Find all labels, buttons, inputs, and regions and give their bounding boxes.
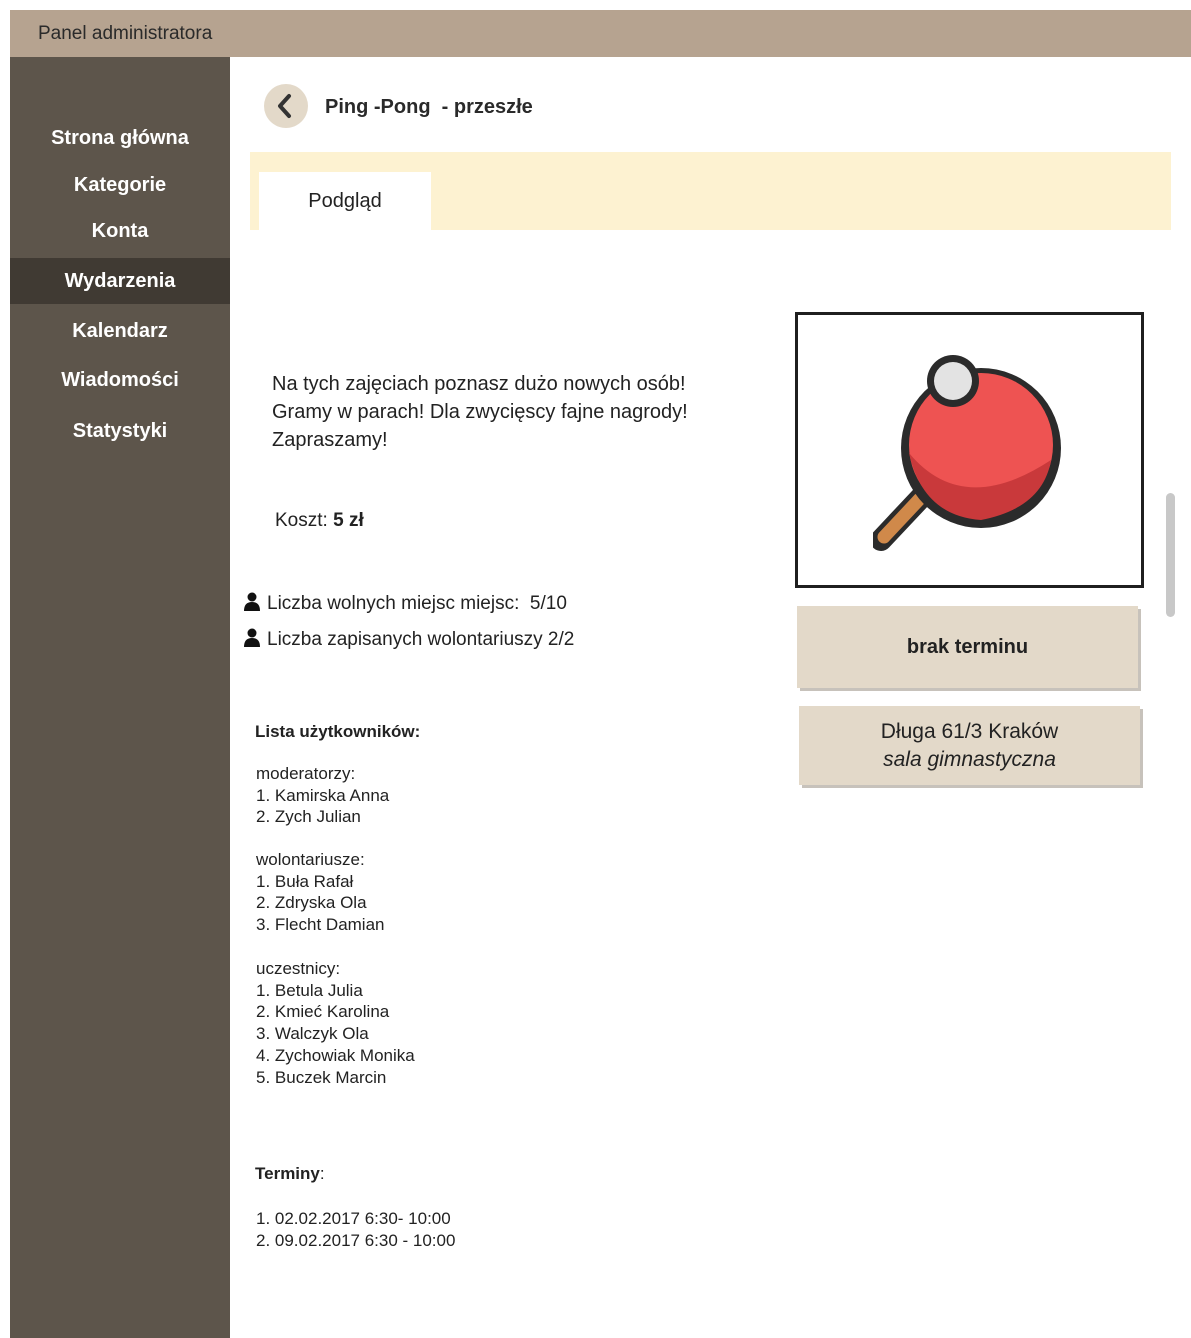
list-item: 3. Flecht Damian	[256, 915, 385, 935]
volunteers-text: Liczba zapisanych wolontariuszy 2/2	[267, 629, 575, 650]
tab-preview[interactable]: Podgląd	[259, 172, 431, 230]
cost-value: 5 zł	[333, 510, 364, 531]
location-address: Długa 61/3 Kraków	[880, 720, 1059, 743]
free-places-stat: Liczba wolnych miejsc miejsc: 5/10	[243, 592, 567, 615]
event-cost: Koszt: 5 zł	[275, 510, 364, 532]
sidebar-item-calendar[interactable]: Kalendarz	[10, 320, 230, 343]
top-bar: Panel administratora	[10, 10, 1191, 57]
sidebar-item-categories[interactable]: Kategorie	[10, 174, 230, 197]
sidebar-item-events[interactable]: Wydarzenia	[10, 258, 230, 304]
free-places-text: Liczba wolnych miejsc miejsc: 5/10	[267, 593, 567, 614]
list-item: 1. Kamirska Anna	[256, 785, 390, 805]
sidebar-item-accounts[interactable]: Konta	[10, 220, 230, 243]
list-item: 2. Kmieć Karolina	[256, 1002, 390, 1022]
scrollbar-thumb[interactable]	[1166, 493, 1175, 617]
terms-heading-label: Terminy	[255, 1164, 320, 1183]
list-item: 2. 09.02.2017 6:30 - 10:00	[256, 1230, 456, 1250]
app-title: Panel administratora	[38, 23, 213, 44]
list-item: 3. Walczyk Ola	[256, 1024, 369, 1044]
no-term-button[interactable]: brak terminu	[797, 606, 1138, 688]
back-button[interactable]	[264, 84, 308, 128]
group-title: wolontariusze:	[256, 850, 365, 869]
location-room: sala gimnastyczna	[883, 748, 1056, 771]
list-item: 2. Zdryska Ola	[256, 893, 367, 913]
event-image	[795, 312, 1144, 588]
terms-list: 1. 02.02.2017 6:30- 10:00 2. 09.02.2017 …	[256, 1208, 455, 1251]
list-item: 1. Betula Julia	[256, 980, 363, 1000]
group-title: uczestnicy:	[256, 959, 341, 978]
group-title: moderatorzy:	[256, 764, 356, 783]
sidebar: Strona główna Kategorie Konta Wydarzenia…	[10, 57, 230, 1338]
cost-label: Koszt:	[275, 510, 328, 531]
location-card[interactable]: Długa 61/3 Kraków sala gimnastyczna	[799, 706, 1140, 785]
sidebar-item-messages[interactable]: Wiadomości	[10, 369, 230, 392]
volunteers-group: wolontariusze: 1. Buła Rafał 2. Zdryska …	[256, 849, 385, 936]
list-item: 1. 02.02.2017 6:30- 10:00	[256, 1209, 451, 1228]
list-item: 1. Buła Rafał	[256, 871, 354, 891]
users-list-heading: Lista użytkowników:	[255, 722, 421, 741]
event-description: Na tych zajęciach poznasz dużo nowych os…	[272, 373, 688, 451]
terms-heading: Terminy:	[255, 1164, 325, 1184]
ping-pong-paddle-icon	[873, 355, 1061, 551]
terms-heading-colon: :	[319, 1164, 325, 1183]
chevron-left-icon	[278, 94, 291, 118]
sidebar-item-home[interactable]: Strona główna	[10, 127, 230, 150]
sidebar-item-statistics[interactable]: Statystyki	[10, 420, 230, 443]
moderators-group: moderatorzy: 1. Kamirska Anna 2. Zych Ju…	[256, 763, 389, 828]
page-title: Ping -Pong - przeszłe	[325, 96, 533, 118]
participants-group: uczestnicy: 1. Betula Julia 2. Kmieć Kar…	[256, 958, 415, 1088]
user-icon	[244, 628, 260, 647]
list-item: 4. Zychowiak Monika	[256, 1045, 415, 1065]
volunteers-stat: Liczba zapisanych wolontariuszy 2/2	[243, 628, 574, 651]
user-icon	[244, 592, 260, 611]
list-item: 5. Buczek Marcin	[256, 1067, 387, 1087]
list-item: 2. Zych Julian	[256, 807, 361, 827]
